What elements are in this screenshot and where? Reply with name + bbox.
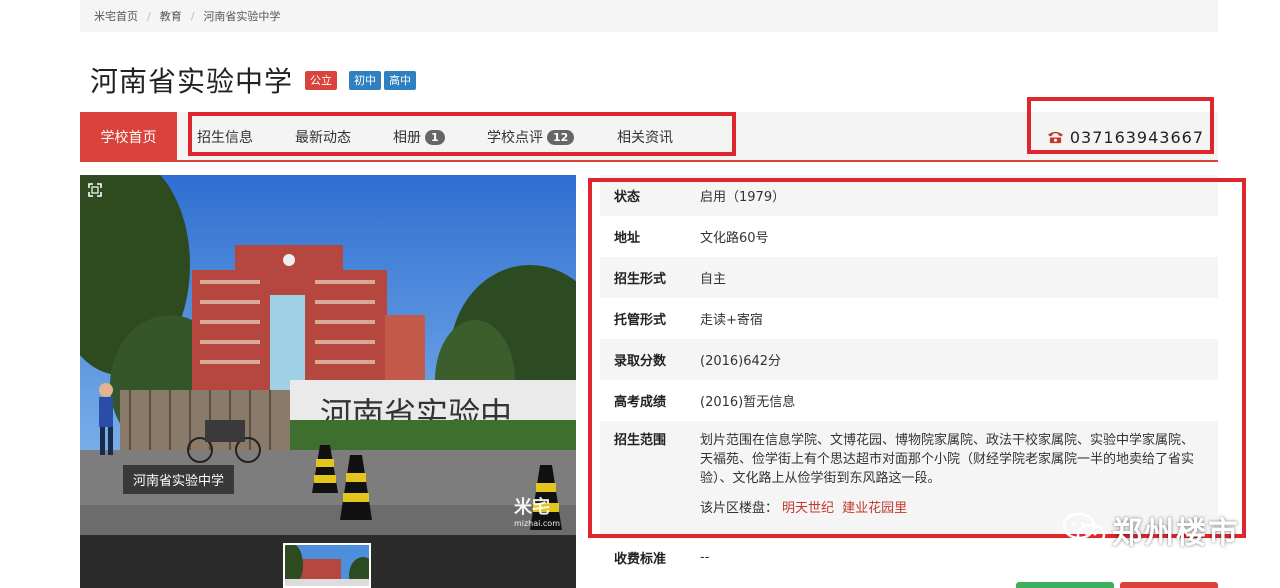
property-link[interactable]: 建业花园里: [842, 501, 907, 516]
tab-latest-news[interactable]: 最新动态: [295, 112, 351, 162]
info-value: (2016)642分: [700, 354, 782, 369]
school-photo[interactable]: 河南省实验中 河南省实验中学 米宅 mizhai.com: [80, 175, 576, 535]
info-label: 状态: [614, 190, 641, 205]
breadcrumb-separator: /: [147, 9, 151, 23]
phone-text: 037163943667: [1069, 127, 1204, 147]
photo-thumbnail-strip: [80, 535, 576, 588]
breadcrumb-separator: /: [190, 9, 195, 23]
info-value: (2016)暂无信息: [700, 395, 796, 410]
info-row-address: 地址 文化路60号: [600, 216, 1218, 257]
mizhai-watermark-text: 米宅: [513, 497, 550, 518]
fullscreen-icon[interactable]: [88, 183, 102, 197]
info-label: 托管形式: [614, 313, 667, 328]
page-title: 河南省实验中学: [90, 65, 294, 98]
photo-caption: 河南省实验中学: [123, 465, 235, 494]
tab-album[interactable]: 相册 1: [393, 112, 445, 162]
album-count-badge: 1: [425, 129, 445, 145]
phone-number[interactable]: 037163943667: [1047, 112, 1204, 162]
breadcrumb: 米宅首页 / 教育 / 河南省实验中学: [80, 0, 1218, 32]
tab-related-news[interactable]: 相关资讯: [617, 112, 673, 162]
action-button-red[interactable]: [1120, 582, 1218, 588]
property-link[interactable]: 明天世纪: [782, 501, 834, 516]
photo-thumbnail[interactable]: [283, 543, 371, 588]
info-row-status: 状态 启用（1979）: [600, 175, 1218, 216]
info-label: 招生形式: [614, 272, 667, 287]
school-nav: 学校首页 招生信息 最新动态 相册 1 学校点评 12 相关资讯 0371639…: [80, 112, 1218, 162]
tab-label: 招生信息: [197, 130, 253, 146]
tab-school-home[interactable]: 学校首页: [80, 112, 177, 162]
wechat-watermark-text: 郑州楼市: [1112, 516, 1240, 551]
tab-label: 相册: [393, 130, 421, 146]
tab-admission-info[interactable]: 招生信息: [197, 112, 253, 162]
public-badge: 公立: [305, 70, 338, 90]
breadcrumb-current: 河南省实验中学: [203, 10, 281, 23]
phone-icon: [1047, 131, 1063, 144]
tab-label: 最新动态: [295, 130, 351, 146]
wechat-icon: [1062, 512, 1106, 547]
info-row-admission-score: 录取分数 (2016)642分: [600, 339, 1218, 380]
info-label: 地址: [614, 231, 641, 246]
junior-badge: 初中: [349, 70, 382, 90]
info-label: 收费标准: [614, 551, 667, 567]
info-row-gaokao: 高考成绩 (2016)暂无信息: [600, 380, 1218, 421]
title-row: 河南省实验中学 公立 初中 高中: [90, 60, 417, 100]
info-value: 文化路60号: [700, 231, 769, 246]
breadcrumb-education-link[interactable]: 教育: [160, 8, 182, 24]
info-label: 录取分数: [614, 354, 667, 369]
info-row-admission-type: 招生形式 自主: [600, 257, 1218, 298]
action-button-green[interactable]: [1016, 582, 1114, 588]
info-value: 自主: [700, 272, 727, 287]
tab-label: 学校点评: [487, 130, 543, 146]
review-count-badge: 12: [547, 129, 575, 145]
info-row-boarding: 托管形式 走读+寄宿: [600, 298, 1218, 339]
info-value: 走读+寄宿: [700, 313, 763, 328]
tab-label: 相关资讯: [617, 130, 673, 146]
mizhai-watermark: 米宅 mizhai.com: [514, 493, 560, 528]
breadcrumb-home-link[interactable]: 米宅首页: [94, 8, 138, 24]
info-label: 招生范围: [614, 433, 667, 448]
thumbnail-image: [285, 545, 369, 586]
info-label: 高考成绩: [614, 395, 667, 410]
area-properties-label: 该片区楼盘：: [700, 501, 779, 516]
senior-badge: 高中: [384, 70, 417, 90]
wechat-watermark: 郑州楼市: [1062, 508, 1240, 552]
info-value: 启用（1979）: [700, 190, 786, 205]
tab-school-reviews[interactable]: 学校点评 12: [487, 112, 575, 162]
enrollment-scope-text: 划片范围在信息学院、文博花园、博物院家属院、政法干校家属院、实验中学家属院、天福…: [700, 433, 1195, 486]
mizhai-watermark-sub: mizhai.com: [513, 519, 560, 528]
